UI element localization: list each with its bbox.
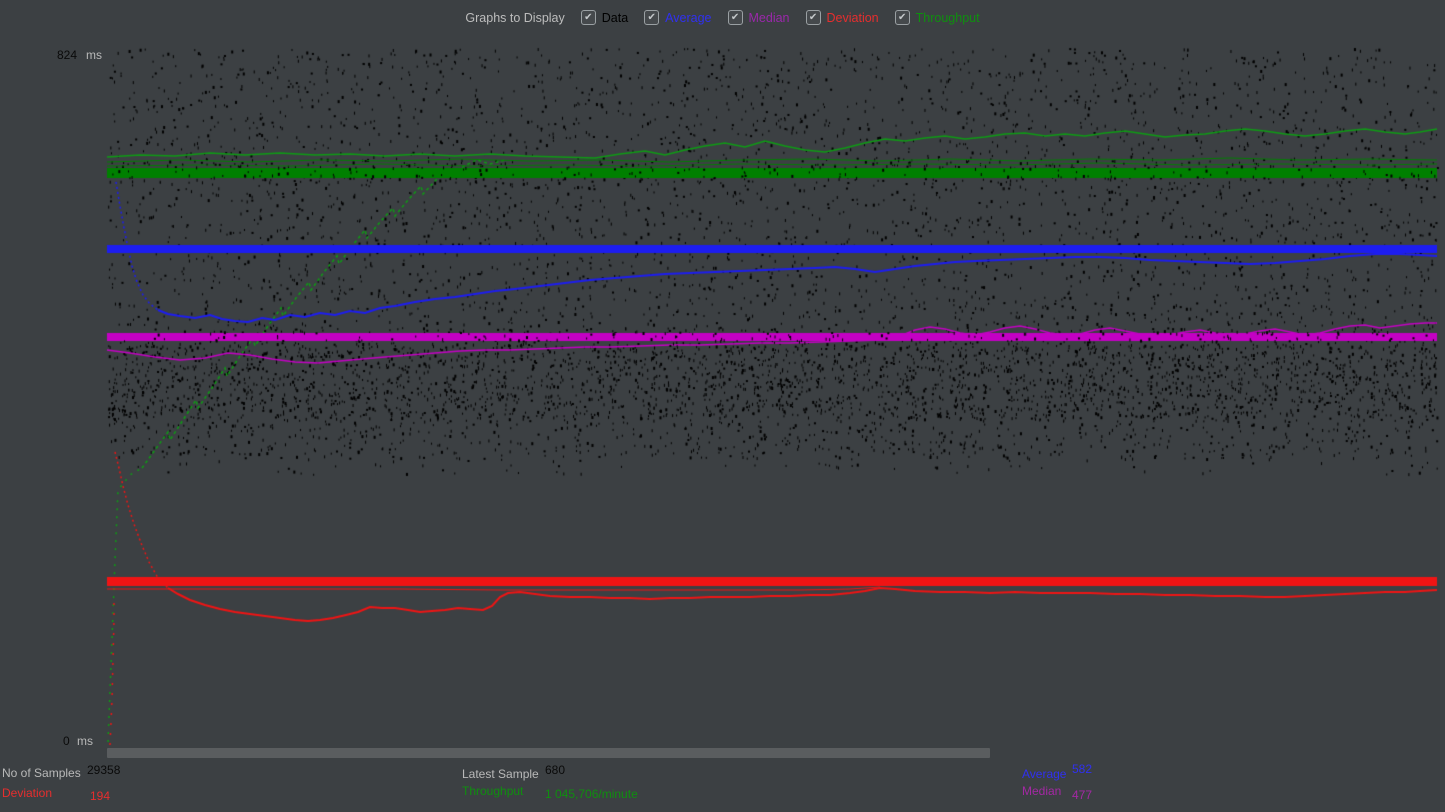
latest-sample-value: 680 (545, 763, 566, 777)
no-of-samples-value: 29358 (87, 763, 121, 777)
graph-plot-canvas (0, 0, 1445, 812)
y-axis-max-value: 824 (57, 48, 78, 62)
latest-sample-label: Latest Sample (462, 767, 539, 781)
average-value: 582 (1072, 762, 1093, 776)
checkbox-throughput[interactable]: ✔ Throughput (894, 10, 980, 25)
checkbox-check-icon[interactable]: ✔ (894, 10, 910, 25)
y-axis-min-value: 0 (63, 734, 70, 748)
checkbox-check-icon[interactable]: ✔ (727, 10, 743, 25)
deviation-value: 194 (90, 789, 111, 803)
median-value: 477 (1072, 788, 1093, 802)
checkbox-data[interactable]: ✔ Data (580, 10, 629, 25)
checkbox-check-icon[interactable]: ✔ (644, 10, 660, 25)
checkbox-check-icon[interactable]: ✔ (580, 10, 596, 25)
horizontal-scrollbar[interactable] (107, 748, 990, 758)
graphs-to-display-bar: Graphs to Display ✔ Data ✔ Average ✔ Med… (0, 10, 1445, 25)
checkbox-check-icon[interactable]: ✔ (805, 10, 821, 25)
deviation-label: Deviation (2, 786, 53, 800)
graphs-to-display-label: Graphs to Display (465, 10, 565, 25)
checkbox-median[interactable]: ✔ Median (727, 10, 790, 25)
throughput-label: Throughput (462, 784, 524, 798)
checkbox-deviation[interactable]: ✔ Deviation (805, 10, 879, 25)
y-axis-min-unit: ms (77, 734, 93, 748)
checkbox-deviation-label: Deviation (826, 10, 879, 25)
checkbox-data-label: Data (601, 10, 629, 25)
checkbox-throughput-label: Throughput (915, 10, 980, 25)
checkbox-average[interactable]: ✔ Average (644, 10, 712, 25)
average-label: Average (1022, 767, 1067, 781)
median-label: Median (1022, 784, 1062, 798)
throughput-value: 1 045,706/minute (545, 787, 638, 801)
checkbox-median-label: Median (748, 10, 790, 25)
y-axis-max-unit: ms (86, 48, 102, 62)
checkbox-average-label: Average (665, 10, 712, 25)
no-of-samples-label: No of Samples (2, 766, 81, 780)
